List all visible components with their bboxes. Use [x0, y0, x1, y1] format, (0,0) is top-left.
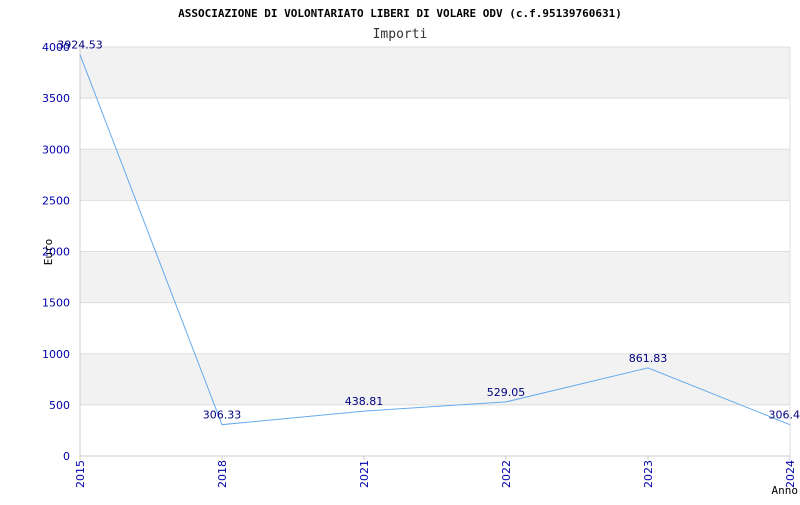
plot-band [80, 200, 790, 251]
plot-band [80, 354, 790, 405]
x-tick-label: 2021 [358, 460, 371, 488]
chart-subtitle: Importi [373, 27, 428, 42]
y-tick-label: 2500 [42, 194, 70, 207]
y-tick-label: 3500 [42, 92, 70, 105]
data-label: 529.05 [487, 386, 526, 399]
y-axis-label: Euro [42, 239, 55, 266]
plot-band [80, 303, 790, 354]
y-tick-label: 3000 [42, 143, 70, 156]
plot-band [80, 252, 790, 303]
x-axis-label: Anno [772, 484, 799, 497]
data-label: 861.83 [629, 352, 668, 365]
data-label: 438.81 [345, 395, 384, 408]
data-label: 306.4 [769, 409, 800, 422]
y-tick-label: 0 [63, 450, 70, 463]
line-chart: 0500100015002000250030003500400020152018… [0, 0, 800, 500]
plot-band [80, 149, 790, 200]
plot-band [80, 98, 790, 149]
x-tick-label: 2022 [500, 460, 513, 488]
x-tick-label: 2018 [216, 460, 229, 488]
y-tick-label: 500 [49, 399, 70, 412]
y-tick-label: 1500 [42, 297, 70, 310]
chart-root: 0500100015002000250030003500400020152018… [0, 0, 800, 500]
x-tick-label: 2015 [74, 460, 87, 488]
chart-title: ASSOCIAZIONE DI VOLONTARIATO LIBERI DI V… [178, 7, 622, 20]
plot-band [80, 47, 790, 98]
plot-band [80, 405, 790, 456]
x-tick-label: 2023 [642, 460, 655, 488]
data-label: 3924.53 [57, 39, 103, 52]
data-label: 306.33 [203, 409, 242, 422]
y-tick-label: 1000 [42, 348, 70, 361]
